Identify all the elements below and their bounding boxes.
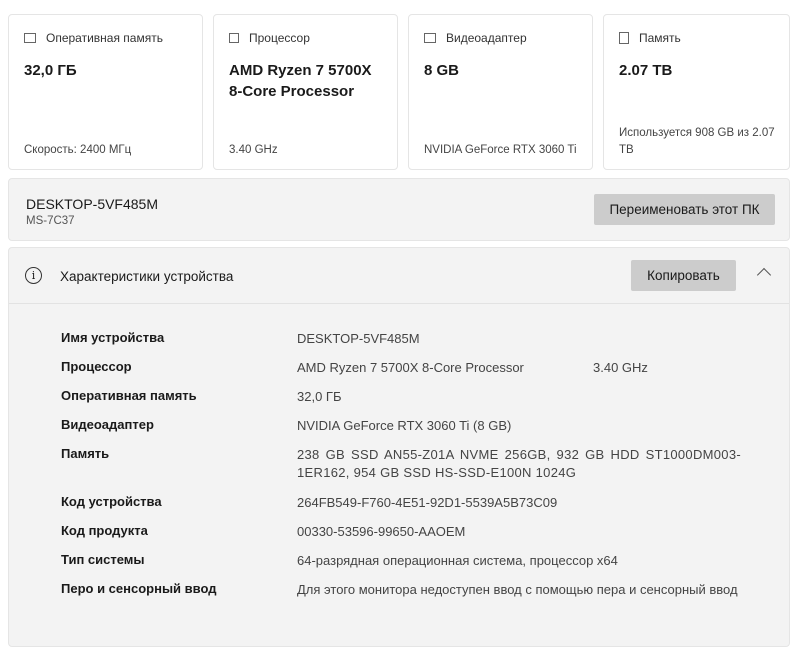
spec-value: 238 GB SSD AN55-Z01A NVME 256GB, 932 GB … — [297, 447, 741, 480]
spec-value: 264FB549-F760-4E51-92D1-5539A5B73C09 — [297, 495, 558, 510]
spec-key: Тип системы — [61, 552, 145, 567]
processor-icon — [229, 33, 239, 43]
card-sub: NVIDIA GeForce RTX 3060 Ti — [424, 144, 577, 156]
device-specs-section: i Характеристики устройства Копировать И… — [8, 247, 790, 647]
card-value: 2.07 TB — [619, 62, 673, 79]
specs-title: Характеристики устройства — [60, 269, 234, 284]
info-icon: i — [25, 267, 42, 284]
card-label: Процессор — [249, 31, 310, 45]
card-value: AMD Ryzen 7 5700X 8-Core Processor — [229, 62, 372, 100]
copy-button[interactable]: Копировать — [631, 260, 736, 291]
spec-key: Код продукта — [61, 523, 148, 538]
spec-value: 64-разрядная операционная система, проце… — [297, 553, 618, 568]
memory-icon — [24, 33, 36, 43]
spec-value: NVIDIA GeForce RTX 3060 Ti (8 GB) — [297, 418, 512, 433]
storage-card: Память 2.07 TB Используется 908 GB из 2.… — [603, 14, 790, 170]
device-model: MS-7C37 — [26, 215, 75, 227]
spec-key: Память — [61, 446, 110, 461]
card-value: 8 GB — [424, 62, 460, 79]
display-adapter-card: Видеоадаптер 8 GB NVIDIA GeForce RTX 306… — [408, 14, 593, 170]
device-name: DESKTOP-5VF485M — [26, 196, 159, 212]
card-label: Видеоадаптер — [446, 31, 527, 45]
spec-key: Код устройства — [61, 494, 162, 509]
card-sub: Используется 908 GB из 2.07 TB — [619, 127, 775, 156]
spec-key: Процессор — [61, 359, 132, 374]
storage-icon — [619, 32, 629, 44]
card-sub: 3.40 GHz — [229, 144, 278, 156]
card-value: 32,0 ГБ — [24, 62, 77, 79]
spec-key: Видеоадаптер — [61, 417, 154, 432]
spec-key: Оперативная память — [61, 388, 197, 403]
device-bar: DESKTOP-5VF485M MS-7C37 Переименовать эт… — [8, 178, 790, 241]
processor-card: Процессор AMD Ryzen 7 5700X 8-Core Proce… — [213, 14, 398, 170]
spec-value: 32,0 ГБ — [297, 389, 342, 404]
chevron-up-icon[interactable] — [756, 267, 772, 283]
spec-key: Имя устройства — [61, 330, 165, 345]
display-adapter-icon — [424, 33, 436, 43]
spec-value: DESKTOP-5VF485M — [297, 331, 420, 346]
spec-value: 00330-53596-99650-AAOEM — [297, 524, 466, 539]
specs-header[interactable]: i Характеристики устройства Копировать — [9, 248, 789, 304]
spec-extra: 3.40 GHz — [593, 360, 648, 375]
card-label: Память — [639, 31, 681, 45]
spec-value: Для этого монитора недоступен ввод с пом… — [297, 582, 738, 597]
memory-card: Оперативная память 32,0 ГБ Скорость: 240… — [8, 14, 203, 170]
spec-key: Перо и сенсорный ввод — [61, 581, 217, 596]
rename-pc-button[interactable]: Переименовать этот ПК — [594, 194, 775, 225]
card-sub: Скорость: 2400 МГц — [24, 144, 132, 156]
card-label: Оперативная память — [46, 31, 163, 45]
